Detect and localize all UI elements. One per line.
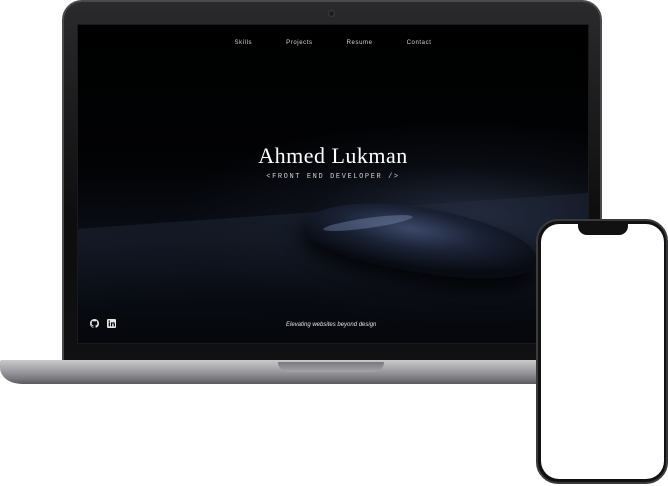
linkedin-icon[interactable] (107, 319, 116, 328)
phone-notch (578, 224, 628, 235)
site-nav: Skills Projects Resume Contact (78, 40, 588, 46)
phone-screen (541, 224, 664, 479)
hero-name: Ahmed Lukman (258, 143, 408, 168)
nav-link-contact[interactable]: Contact (407, 40, 432, 46)
laptop-screen: Skills Projects Resume Contact Ahmed Luk… (77, 24, 589, 344)
nav-link-resume[interactable]: Resume (347, 40, 373, 46)
github-icon[interactable] (90, 319, 99, 328)
hero-tagline: Elevating websites beyond design (286, 322, 377, 328)
social-links (90, 319, 116, 328)
webcam (328, 10, 335, 17)
nav-link-skills[interactable]: Skills (235, 40, 253, 46)
hero-role: <FRONT END DEVELOPER /> (266, 173, 400, 181)
nav-link-projects[interactable]: Projects (286, 40, 312, 46)
laptop-opening-notch (278, 362, 384, 372)
